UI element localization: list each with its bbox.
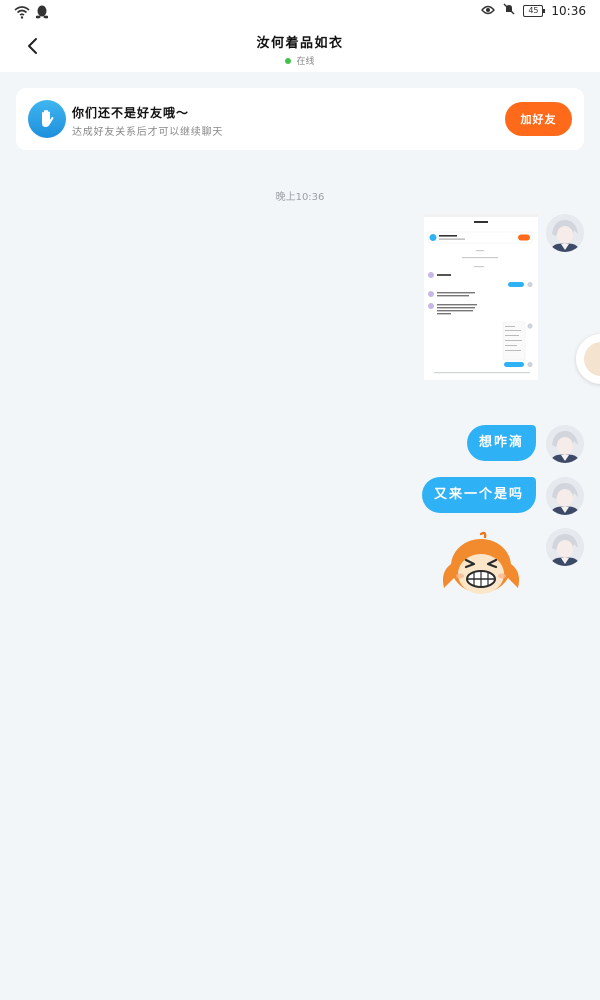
banner-title: 你们还不是好友哦～ [72,106,190,120]
mute-bell-icon [503,3,515,18]
assistant-icon [584,342,600,376]
message-timestamp: 晚上10:36 [275,192,325,203]
wave-hand-icon [28,100,66,138]
friend-request-banner: 你们还不是好友哦～ 达成好友关系后才可以继续聊天 加好友 [16,88,584,150]
text-message-bubble[interactable]: 想咋滴 [466,425,536,461]
online-dot-icon [285,57,292,64]
chat-header: 汝何着品如衣 在线 [0,24,600,72]
status-right: 45 10:36 [481,3,586,18]
clock: 10:36 [551,3,586,18]
avatar[interactable] [546,477,584,515]
battery-icon: 45 [523,4,546,17]
back-button[interactable] [16,32,48,64]
qq-penguin-icon [35,4,49,23]
wifi-icon [14,4,30,23]
grimacing-face-sticker[interactable] [438,530,524,598]
text-message-bubble[interactable]: 又来一个是吗 [421,477,536,513]
status-left [14,4,49,23]
page-title: 汝何着品如衣 [256,36,344,51]
floating-assistant-button[interactable] [576,334,600,384]
screenshot-thumbnail [424,214,538,380]
status-bar: 45 10:36 [0,0,600,24]
online-status: 在线 [150,54,450,67]
avatar[interactable] [546,214,584,252]
online-status-label: 在线 [296,57,315,67]
back-arrow-icon [26,37,38,59]
avatar[interactable] [546,528,584,566]
eye-icon [481,4,496,18]
avatar[interactable] [546,425,584,463]
banner-subtitle: 达成好友关系后才可以继续聊天 [72,127,224,138]
title-block: 汝何着品如衣 在线 [150,32,450,67]
image-message[interactable] [424,214,538,380]
add-friend-button[interactable]: 加好友 [505,102,572,136]
